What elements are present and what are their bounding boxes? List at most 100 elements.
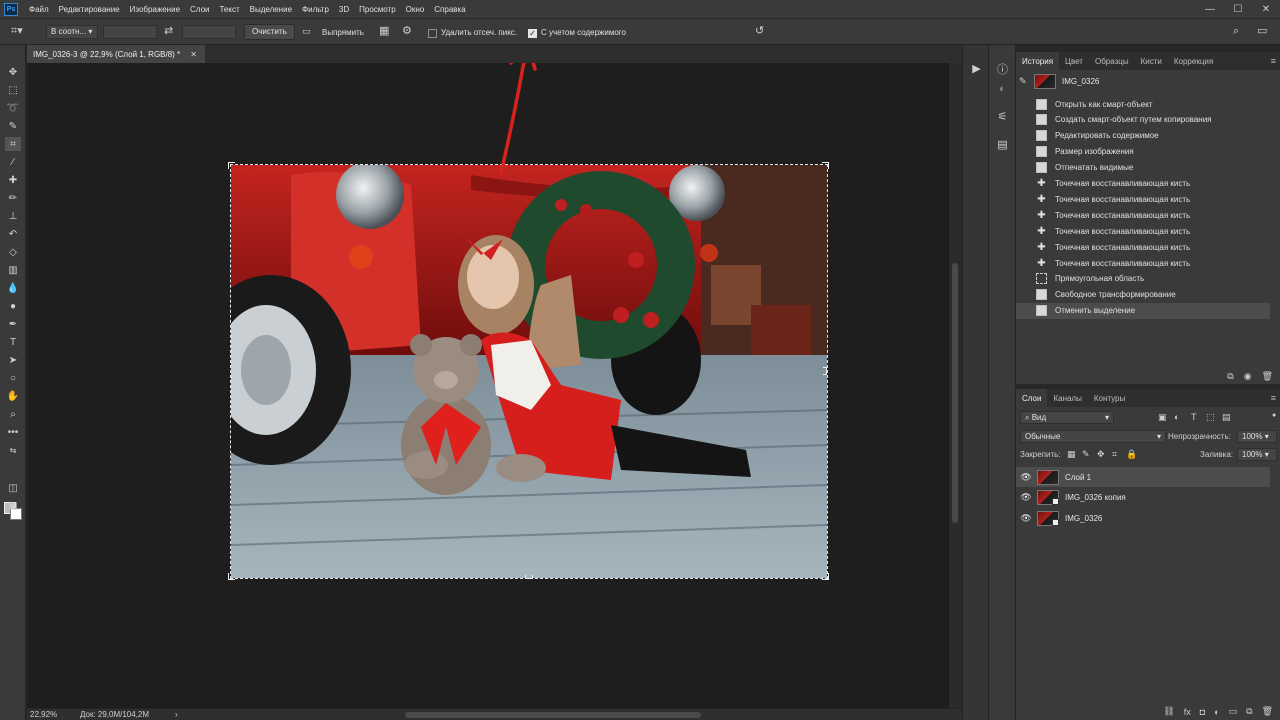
tab-history[interactable]: История (1016, 52, 1060, 70)
layer-style-icon[interactable]: fx (1184, 707, 1191, 717)
blend-mode-select[interactable]: Обычные ▾ (1020, 430, 1166, 443)
workspace-icon[interactable]: ▭ (1257, 25, 1267, 37)
filter-smart-object-icon[interactable]: ▤ (1222, 412, 1231, 423)
history-step[interactable]: Открыть как смарт-объект (1016, 96, 1270, 112)
ratio-select[interactable]: В соотн... ▾ (46, 25, 98, 39)
visibility-eye-icon[interactable]: 👁 (1016, 513, 1036, 524)
lasso-tool-icon[interactable]: ➰ (5, 101, 21, 115)
shape-tool-icon[interactable]: ○ (5, 371, 21, 385)
close-button[interactable]: ✕ (1252, 0, 1280, 18)
content-aware-checkbox[interactable]: ✓ (528, 29, 537, 38)
layer-name[interactable]: IMG_0326 (1065, 514, 1102, 523)
delete-layer-icon[interactable]: 🗑 (1262, 706, 1273, 717)
link-layers-icon[interactable]: ⛓ (1163, 706, 1174, 717)
maximize-button[interactable]: ☐ (1224, 0, 1252, 18)
menu-3d[interactable]: 3D (334, 5, 354, 14)
history-step[interactable]: Прямоугольная область (1016, 271, 1270, 287)
history-step[interactable]: ✚ Точечная восстанавливающая кисть (1016, 207, 1270, 223)
history-step[interactable]: ✚ Точечная восстанавливающая кисть (1016, 176, 1270, 192)
hand-tool-icon[interactable]: ✋ (5, 389, 21, 403)
more-tools-icon[interactable]: ••• (5, 425, 21, 439)
filter-adjustment-icon[interactable]: ◐ (1174, 412, 1179, 422)
crop-handle-top-right[interactable] (822, 162, 829, 169)
new-document-from-state-icon[interactable]: ⧉ (1227, 371, 1233, 382)
tab-paths[interactable]: Контуры (1088, 389, 1131, 407)
history-step[interactable]: Размер изображения (1016, 144, 1270, 160)
history-step[interactable]: ✚ Точечная восстанавливающая кисть (1016, 255, 1270, 271)
menu-image[interactable]: Изображение (125, 5, 185, 14)
filter-type-icon[interactable]: T (1191, 412, 1197, 422)
libraries-icon[interactable]: ▤ (995, 137, 1010, 152)
search-icon[interactable]: ⌕ (1233, 25, 1239, 37)
new-group-icon[interactable]: ▭ (1229, 706, 1238, 717)
gear-icon[interactable]: ⚙ (402, 25, 412, 37)
properties-icon[interactable]: ◐ (995, 81, 1010, 96)
history-step[interactable]: ✚ Точечная восстанавливающая кисть (1016, 239, 1270, 255)
minimize-button[interactable]: — (1196, 0, 1224, 18)
path-select-tool-icon[interactable]: ➤ (5, 353, 21, 367)
history-step[interactable]: Создать смарт-объект путем копирования (1016, 112, 1270, 128)
delete-cropped-checkbox[interactable] (428, 29, 437, 38)
screen-mode-icon[interactable]: ▣ (5, 499, 21, 513)
history-step[interactable]: Свободное трансформирование (1016, 287, 1270, 303)
menu-text[interactable]: Текст (214, 5, 244, 14)
move-tool-icon[interactable]: ✥ (5, 65, 21, 79)
zoom-tool-icon[interactable]: ⌕ (5, 407, 21, 421)
swap-colors-icon[interactable]: ⇆ (5, 443, 21, 457)
panel-menu-icon[interactable]: ≡ (1271, 56, 1276, 66)
healing-brush-tool-icon[interactable]: ✚ (5, 173, 21, 187)
horizontal-scroll-thumb[interactable] (405, 712, 701, 718)
reset-icon[interactable]: ↺ (755, 25, 764, 37)
crop-handle-bottom-left[interactable] (228, 573, 235, 580)
history-brush-tool-icon[interactable]: ↶ (5, 227, 21, 241)
layer-filter-select[interactable]: ⌕ Вид ▾ (1020, 411, 1114, 424)
brush-tool-icon[interactable]: ✏ (5, 191, 21, 205)
blur-tool-icon[interactable]: 💧 (5, 281, 21, 295)
eraser-tool-icon[interactable]: ◇ (5, 245, 21, 259)
tab-layers[interactable]: Слои (1016, 389, 1048, 407)
menu-view[interactable]: Просмотр (354, 5, 401, 14)
tab-color[interactable]: Цвет (1059, 52, 1089, 70)
swap-icon[interactable]: ⇄ (164, 25, 173, 37)
zoom-readout[interactable]: 22,92% (30, 710, 57, 719)
clone-stamp-tool-icon[interactable]: ⊥ (5, 209, 21, 223)
lock-image-pixels-icon[interactable]: ✎ (1082, 449, 1090, 460)
straighten-button[interactable]: Выпрямить (322, 28, 364, 37)
gradient-tool-icon[interactable]: ▥ (5, 263, 21, 277)
menu-file[interactable]: Файл (24, 5, 54, 14)
info-icon[interactable]: ⓘ (995, 61, 1010, 76)
history-snapshot[interactable]: ✎ IMG_0326 (1016, 70, 1280, 92)
history-brush-source-icon[interactable]: ✎ (1019, 76, 1033, 87)
dodge-tool-icon[interactable]: ● (5, 299, 21, 313)
history-step[interactable]: Отменить выделение (1016, 302, 1270, 319)
visibility-eye-icon[interactable]: 👁 (1016, 492, 1036, 503)
tab-adjustments[interactable]: Коррекция (1168, 52, 1219, 70)
close-tab-icon[interactable]: ✕ (190, 50, 197, 59)
document-tab[interactable]: IMG_0326-3 @ 22,9% (Слой 1, RGB/8) * ✕ (27, 45, 205, 63)
tab-brushes[interactable]: Кисти (1135, 52, 1168, 70)
layer-row[interactable]: 👁 IMG_0326 копия (1016, 488, 1270, 508)
filter-pixel-icon[interactable]: ▣ (1158, 412, 1167, 423)
history-step[interactable]: Отпечатать видимые (1016, 160, 1270, 176)
quick-select-tool-icon[interactable]: ✎ (5, 119, 21, 133)
crop-handle-bottom[interactable] (525, 575, 533, 579)
menu-layers[interactable]: Слои (185, 5, 214, 14)
new-adjustment-layer-icon[interactable]: ◐ (1214, 707, 1219, 717)
history-step[interactable]: ✚ Точечная восстанавливающая кисть (1016, 191, 1270, 207)
tab-channels[interactable]: Каналы (1047, 389, 1087, 407)
delete-state-icon[interactable]: 🗑 (1262, 371, 1273, 382)
clear-button[interactable]: Очистить (244, 24, 295, 40)
quick-mask-icon[interactable]: ◫ (5, 481, 21, 495)
layer-row[interactable]: 👁 Слой 1 (1016, 467, 1270, 487)
lock-all-icon[interactable]: 🔒 (1126, 449, 1137, 460)
create-snapshot-icon[interactable]: ◉ (1244, 371, 1252, 382)
filter-toggle-icon[interactable]: ● (1272, 412, 1276, 419)
layer-name[interactable]: Слой 1 (1065, 473, 1091, 482)
layers-panel-menu-icon[interactable]: ≡ (1271, 393, 1276, 403)
menu-edit[interactable]: Редактирование (54, 5, 125, 14)
new-layer-icon[interactable]: ⧉ (1246, 706, 1252, 717)
filter-shape-icon[interactable]: ⬚ (1206, 412, 1215, 423)
document-photo[interactable] (231, 165, 827, 578)
pen-tool-icon[interactable]: ✒ (5, 317, 21, 331)
tab-swatches[interactable]: Образцы (1089, 52, 1135, 70)
